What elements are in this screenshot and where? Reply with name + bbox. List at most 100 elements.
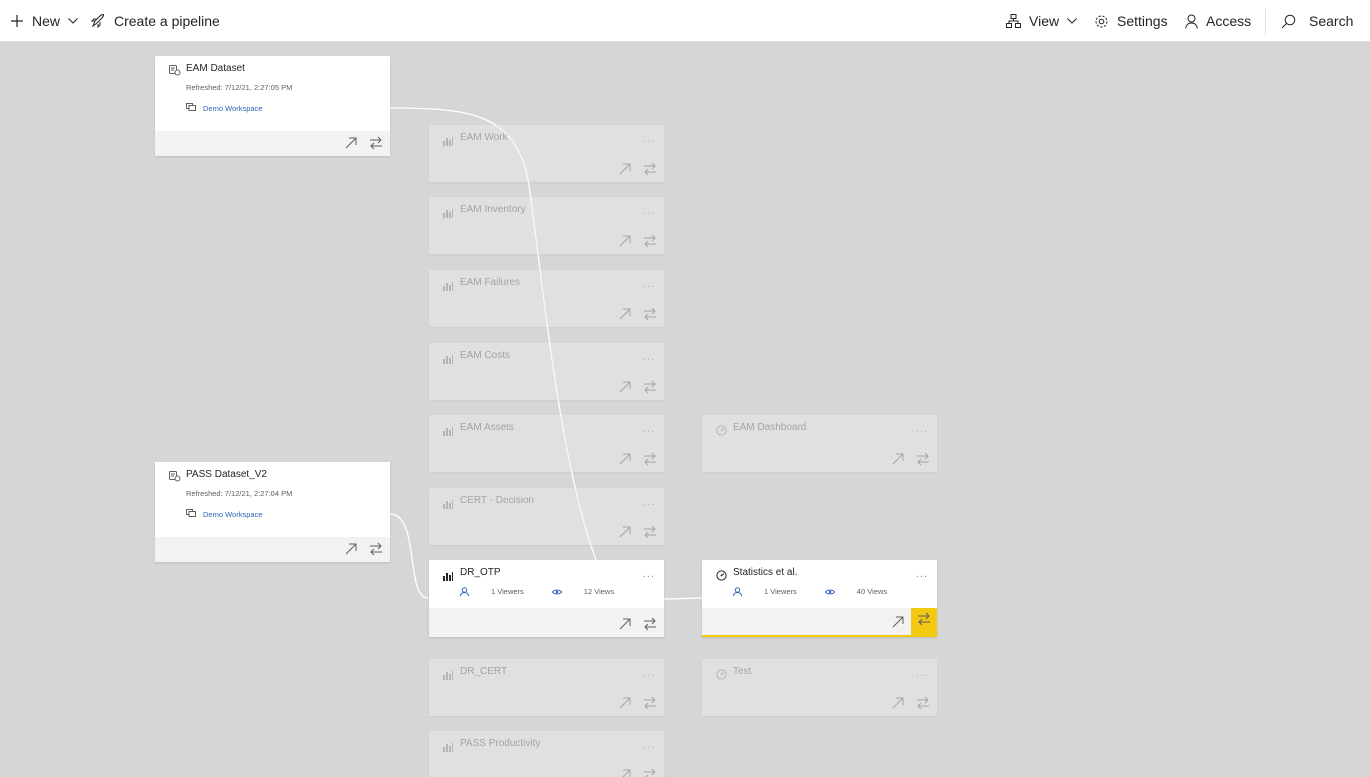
- more-options-button[interactable]: ...: [916, 423, 928, 435]
- open-arrow-icon[interactable]: [618, 452, 634, 468]
- workspace-icon: [186, 509, 203, 519]
- new-button-label: New: [32, 13, 61, 29]
- dataset-icon: [169, 469, 181, 487]
- open-arrow-icon[interactable]: [344, 136, 360, 152]
- workspace-link[interactable]: Demo Workspace: [186, 103, 262, 113]
- open-arrow-icon[interactable]: [618, 380, 634, 396]
- report-card[interactable]: PASS Productivity ...: [429, 731, 664, 777]
- show-lineage-icon[interactable]: [643, 234, 659, 250]
- workspace-icon: [186, 103, 203, 113]
- show-lineage-icon[interactable]: [643, 525, 659, 541]
- workspace-link[interactable]: Demo Workspace: [186, 509, 262, 519]
- more-options-button[interactable]: ...: [643, 205, 655, 217]
- connector-pass-dataset-to-dr-otp: [389, 513, 429, 599]
- create-pipeline-button[interactable]: Create a pipeline: [90, 0, 220, 42]
- views-eye-icon: [551, 588, 570, 596]
- report-icon: [443, 133, 453, 151]
- dataset-card[interactable]: PASS Dataset_V2 Refreshed: 7/12/21, 2:27…: [155, 462, 390, 562]
- dataset-refreshed: Refreshed: 7/12/21, 2:27:04 PM: [186, 489, 293, 498]
- dashboard-card[interactable]: Test ...: [702, 659, 937, 716]
- show-lineage-icon[interactable]: [643, 162, 659, 178]
- open-arrow-icon[interactable]: [618, 768, 634, 777]
- dashboard-title: Test: [733, 666, 752, 677]
- usage-stats: 1 Viewers 40 Views: [733, 587, 915, 596]
- dashboard-card[interactable]: EAM Dashboard ...: [702, 415, 937, 472]
- report-card[interactable]: EAM Inventory ...: [429, 197, 664, 254]
- report-title: CERT - Decision: [460, 495, 535, 506]
- report-card[interactable]: DR_OTP ... 1 Viewers 12 Views: [429, 560, 664, 637]
- open-arrow-icon[interactable]: [618, 234, 634, 250]
- open-arrow-icon[interactable]: [618, 617, 634, 633]
- open-arrow-icon[interactable]: [891, 452, 907, 468]
- report-icon: [443, 423, 453, 441]
- settings-button-label: Settings: [1117, 13, 1168, 29]
- access-button-label: Access: [1206, 13, 1252, 29]
- new-button[interactable]: New: [10, 0, 78, 42]
- views-eye-icon: [824, 588, 843, 596]
- open-arrow-icon[interactable]: [891, 696, 907, 712]
- report-icon: [443, 496, 453, 514]
- create-pipeline-label: Create a pipeline: [114, 13, 220, 29]
- more-options-button[interactable]: ...: [643, 351, 655, 363]
- open-arrow-icon[interactable]: [618, 162, 634, 178]
- more-options-button[interactable]: ...: [643, 667, 655, 679]
- dashboard-icon: [716, 568, 727, 586]
- show-lineage-icon[interactable]: [369, 542, 385, 558]
- open-arrow-icon[interactable]: [344, 542, 360, 558]
- report-card[interactable]: EAM Failures ...: [429, 270, 664, 327]
- chevron-down-icon: [1067, 18, 1077, 24]
- dashboard-title: EAM Dashboard: [733, 422, 807, 433]
- open-arrow-icon[interactable]: [891, 615, 907, 631]
- more-options-button[interactable]: ...: [643, 739, 655, 751]
- dashboard-card[interactable]: Statistics et al. ... 1 Viewers 40 Views: [702, 560, 937, 637]
- rocket-icon: [90, 13, 105, 29]
- report-card[interactable]: EAM Costs ...: [429, 343, 664, 400]
- report-card[interactable]: EAM Assets ...: [429, 415, 664, 472]
- dataset-card[interactable]: EAM Dataset Refreshed: 7/12/21, 2:27:05 …: [155, 56, 390, 156]
- views-count: 40 Views: [856, 587, 888, 596]
- report-card[interactable]: DR_CERT ...: [429, 659, 664, 716]
- report-icon: [443, 351, 453, 369]
- lineage-toolbar: New Create a pipeline View Settings Acce…: [0, 0, 1370, 42]
- usage-stats: 1 Viewers 12 Views: [460, 587, 642, 596]
- more-options-button[interactable]: ...: [643, 568, 655, 580]
- show-lineage-icon[interactable]: [643, 768, 659, 777]
- dashboard-icon: [716, 423, 727, 441]
- search-button-label: Search: [1309, 13, 1354, 29]
- show-lineage-icon[interactable]: [643, 617, 659, 633]
- report-title: EAM Assets: [460, 422, 514, 433]
- show-lineage-button[interactable]: [911, 608, 937, 635]
- show-lineage-icon[interactable]: [916, 696, 932, 712]
- more-options-button[interactable]: ...: [643, 278, 655, 290]
- more-options-button[interactable]: ...: [916, 568, 928, 580]
- show-lineage-icon[interactable]: [643, 696, 659, 712]
- toolbar-divider: [1265, 9, 1266, 35]
- show-lineage-icon[interactable]: [369, 136, 385, 152]
- viewers-icon: [460, 587, 477, 596]
- open-arrow-icon[interactable]: [618, 696, 634, 712]
- report-icon: [443, 278, 453, 296]
- open-arrow-icon[interactable]: [618, 307, 634, 323]
- dashboard-icon: [716, 667, 727, 685]
- more-options-button[interactable]: ...: [916, 667, 928, 679]
- show-lineage-icon[interactable]: [643, 452, 659, 468]
- more-options-button[interactable]: ...: [643, 423, 655, 435]
- settings-button[interactable]: Settings: [1094, 0, 1168, 42]
- show-lineage-icon[interactable]: [643, 307, 659, 323]
- report-card[interactable]: EAM Work ...: [429, 125, 664, 182]
- connector-dr-otp-to-statistics: [663, 597, 704, 600]
- gear-icon: [1095, 15, 1108, 27]
- viewers-icon: [733, 587, 750, 596]
- show-lineage-icon[interactable]: [643, 380, 659, 396]
- show-lineage-icon[interactable]: [916, 452, 932, 468]
- report-title: PASS Productivity: [460, 738, 541, 749]
- view-button[interactable]: View: [1006, 0, 1077, 42]
- more-options-button[interactable]: ...: [643, 133, 655, 145]
- access-button[interactable]: Access: [1185, 0, 1251, 42]
- report-card[interactable]: CERT - Decision ...: [429, 488, 664, 545]
- search-button[interactable]: Search: [1281, 0, 1353, 42]
- search-icon: [1281, 14, 1296, 28]
- more-options-button[interactable]: ...: [643, 496, 655, 508]
- viewers-count: 1 Viewers: [491, 587, 524, 596]
- open-arrow-icon[interactable]: [618, 525, 634, 541]
